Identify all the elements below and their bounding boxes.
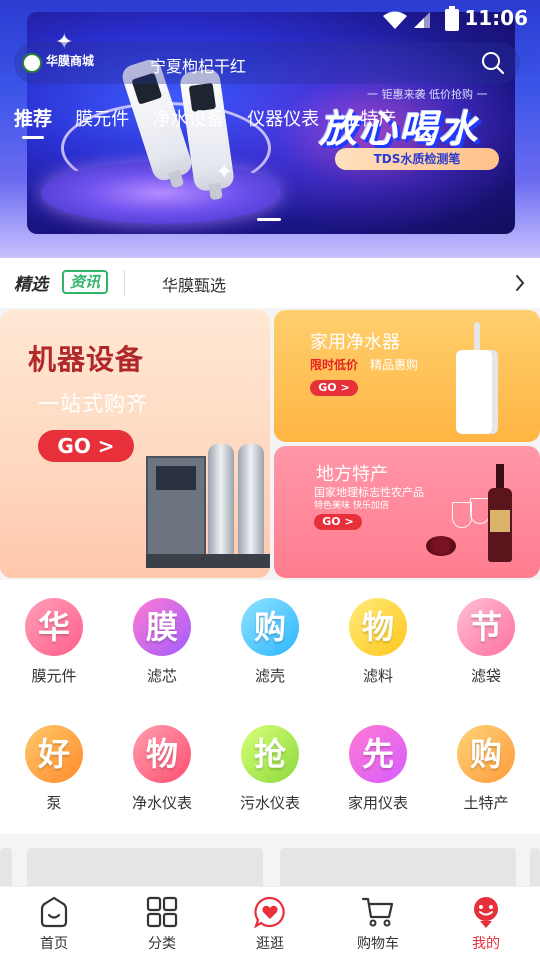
category-label: 滤芯 (146, 667, 177, 685)
tabbar-cart[interactable]: 购物车 (324, 895, 432, 953)
news-brand: 精选 (14, 275, 48, 295)
search-icon[interactable] (480, 50, 506, 76)
category-item[interactable]: 膜 滤芯 (108, 598, 216, 686)
chevron-right-icon[interactable] (514, 273, 526, 293)
category-item[interactable]: 先 家用仪表 (324, 725, 432, 813)
category-item[interactable]: 物 滤料 (324, 598, 432, 686)
tab-recommend[interactable]: 推荐 (14, 104, 52, 139)
app-logo-icon (22, 53, 42, 73)
product-feed (0, 834, 540, 886)
search-bar[interactable]: 华膜商城 宁夏枸杞干红 (14, 42, 520, 84)
category-item[interactable]: 抢 污水仪表 (216, 725, 324, 813)
category-badge: 物 (349, 598, 407, 656)
category-label: 家用仪表 (347, 794, 408, 812)
tab-membrane-elements[interactable]: 膜元件 (75, 105, 129, 131)
promo-card-specialties[interactable]: 地方特产 国家地理标志性农产品 特色美味 快乐加倍 GO > (274, 446, 540, 578)
category-item[interactable]: 物 净水仪表 (108, 725, 216, 813)
category-label: 土特产 (463, 794, 509, 812)
news-brand-tag: 资讯 (62, 270, 109, 294)
clock: 11:06 (464, 6, 528, 30)
category-badge: 好 (25, 725, 83, 783)
category-label: 泵 (46, 794, 62, 812)
promo-card-line2: 特色美味 快乐加倍 (314, 501, 389, 511)
wine-glass-image (470, 498, 490, 524)
wine-bottle-image (488, 464, 512, 562)
promo-card-title: 机器设备 (28, 343, 145, 376)
tabbar-profile[interactable]: 我的 (432, 895, 540, 953)
banner-indicator (257, 218, 281, 221)
tabbar-browse[interactable]: 逛逛 (216, 895, 324, 953)
go-button[interactable]: GO > (310, 380, 358, 396)
category-label: 滤壳 (254, 667, 285, 685)
news-strip[interactable]: 精选 资讯 华膜甄选 (0, 258, 540, 308)
category-item[interactable]: 华 膜元件 (0, 598, 108, 686)
hero-header: ✦ ✦ 一 钜惠来袭 低价抢购 一 放心喝水 TDS水质检测笔 11:06 华膜… (0, 0, 540, 258)
tabbar-label: 分类 (148, 936, 176, 952)
promo-card-subtitle: 精品惠购 (370, 358, 419, 372)
category-item[interactable]: 购 滤壳 (216, 598, 324, 686)
app-screen: ✦ ✦ 一 钜惠来袭 低价抢购 一 放心喝水 TDS水质检测笔 11:06 华膜… (0, 0, 540, 960)
go-button[interactable]: GO > (314, 514, 362, 530)
bottom-tab-bar: 首页 分类 逛逛 购物车 我的 (0, 886, 540, 960)
tabbar-label: 逛逛 (256, 936, 284, 952)
machine-image (146, 426, 270, 576)
tab-local-specialties[interactable]: 土特产 (342, 105, 396, 131)
tabbar-home[interactable]: 首页 (0, 895, 108, 953)
category-label: 滤料 (362, 667, 393, 685)
category-badge: 先 (349, 725, 407, 783)
tabbar-label: 我的 (472, 936, 500, 952)
news-headline[interactable]: 华膜甄选 (162, 272, 226, 296)
grid-icon (146, 896, 178, 928)
category-item[interactable]: 购 土特产 (432, 725, 540, 813)
search-input[interactable]: 宁夏枸杞干红 (150, 53, 246, 77)
category-badge: 节 (457, 598, 515, 656)
tabbar-label: 首页 (40, 936, 68, 952)
promo-card-title: 家用净水器 (310, 332, 400, 353)
promo-card-subtitle: 一站式购齐 (38, 392, 148, 416)
tab-instruments[interactable]: 仪器仪表 (247, 105, 319, 131)
profile-icon (474, 897, 498, 928)
category-badge: 购 (457, 725, 515, 783)
category-tabs: 推荐 膜元件 净水设备 仪器仪表 土特产 (14, 104, 534, 144)
category-label: 净水仪表 (131, 794, 192, 812)
product-card-placeholder[interactable] (27, 848, 263, 886)
product-card-placeholder[interactable] (530, 848, 540, 886)
promo-card-title: 地方特产 (316, 464, 388, 485)
promo-card-tag: 限时低价 (310, 358, 359, 372)
tab-water-equipment[interactable]: 净水设备 (152, 105, 224, 131)
grapes-image (426, 536, 456, 556)
go-button[interactable]: GO > (38, 430, 134, 462)
sparkle-icon: ✦ (215, 160, 234, 185)
category-badge: 抢 (241, 725, 299, 783)
wine-glass-image (452, 502, 472, 528)
divider (124, 270, 125, 296)
category-label: 污水仪表 (239, 794, 300, 812)
category-badge: 膜 (133, 598, 191, 656)
cart-icon (361, 897, 394, 927)
purifier-image (456, 322, 498, 434)
tabbar-label: 购物车 (357, 936, 399, 952)
wifi-icon (383, 11, 407, 29)
heart-chat-icon (254, 896, 285, 929)
product-card-placeholder[interactable] (280, 848, 516, 886)
category-badge: 物 (133, 725, 191, 783)
category-badge: 华 (25, 598, 83, 656)
category-label: 膜元件 (31, 667, 77, 685)
category-grid: 华 膜元件 膜 滤芯 购 滤壳 物 滤料 节 滤袋 好 泵 物 净水仪表 抢 污… (0, 580, 540, 834)
product-card-placeholder[interactable] (0, 848, 12, 886)
promo-card-machinery[interactable]: 机器设备 一站式购齐 GO > (0, 310, 270, 578)
category-label: 滤袋 (470, 667, 501, 685)
category-item[interactable]: 好 泵 (0, 725, 108, 813)
tabbar-category[interactable]: 分类 (108, 895, 216, 953)
home-icon (40, 896, 68, 928)
signal-icon (414, 12, 430, 28)
battery-icon (445, 6, 459, 31)
category-item[interactable]: 节 滤袋 (432, 598, 540, 686)
category-badge: 购 (241, 598, 299, 656)
app-logo-text: 华膜商城 (46, 54, 95, 68)
status-bar: 11:06 (0, 0, 540, 36)
promo-card-purifier[interactable]: 家用净水器 限时低价 精品惠购 GO > (274, 310, 540, 442)
banner-badge: TDS水质检测笔 (335, 148, 499, 170)
